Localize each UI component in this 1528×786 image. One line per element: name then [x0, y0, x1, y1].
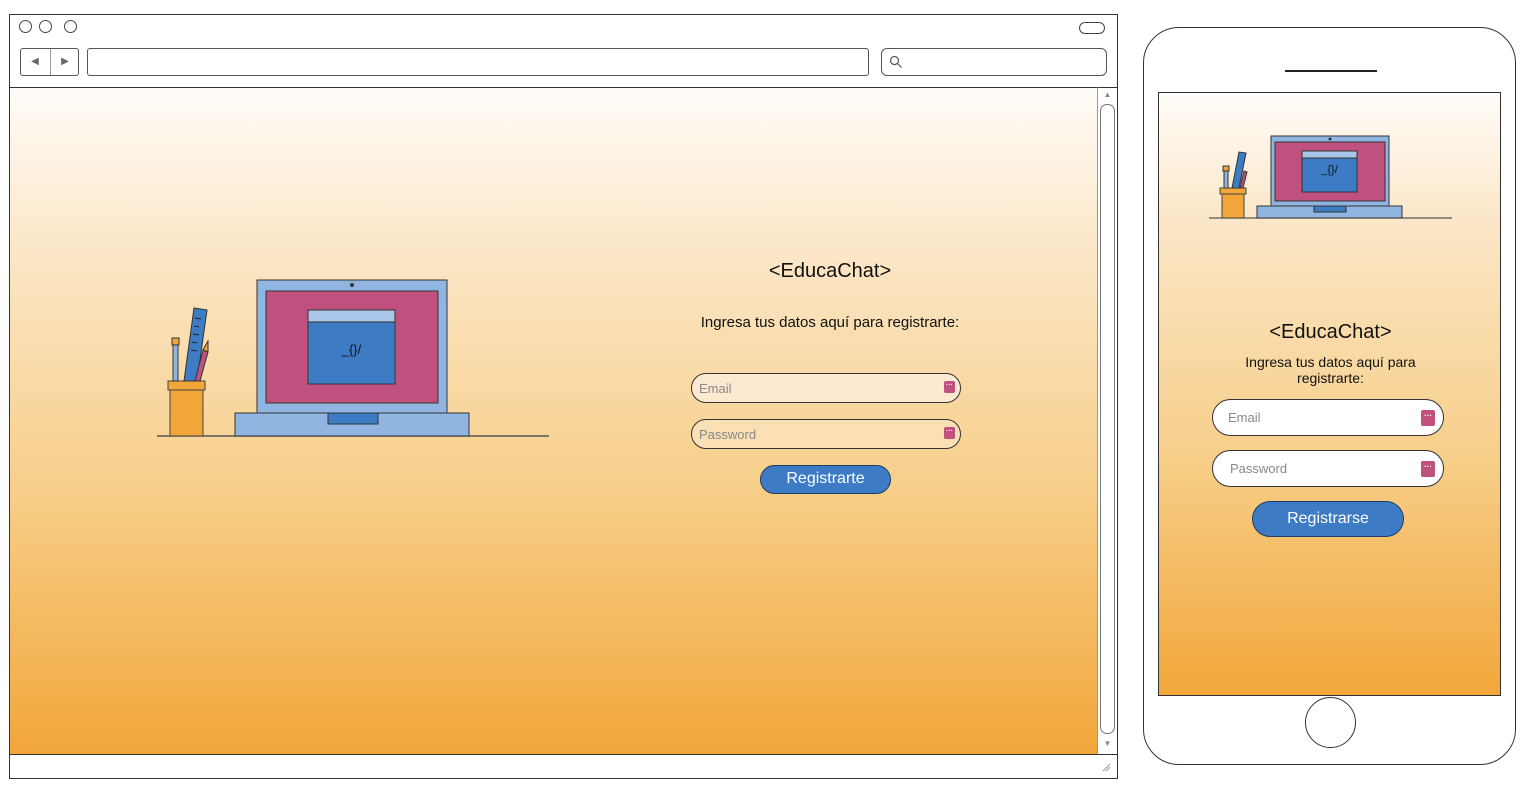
search-icon: [889, 55, 902, 68]
email-field[interactable]: ···: [1212, 399, 1444, 436]
nav-buttons: ◀ ▶: [20, 48, 79, 76]
window-maximize-button[interactable]: [64, 20, 77, 33]
email-input[interactable]: [699, 374, 914, 402]
window-close-button[interactable]: [19, 20, 32, 33]
scroll-up-icon[interactable]: ▲: [1098, 90, 1117, 99]
forward-arrow-icon[interactable]: ▶: [51, 53, 79, 71]
page-subtitle: Ingresa tus datos aquí para registrarte:: [700, 314, 960, 331]
window-pill-control[interactable]: [1079, 22, 1105, 34]
page-title: <EducaChat>: [768, 260, 892, 282]
page-title: <EducaChat>: [1269, 321, 1392, 343]
address-bar[interactable]: [87, 48, 869, 76]
scrollbar-thumb[interactable]: [1100, 104, 1115, 734]
laptop-desk-illustration: [157, 279, 549, 437]
phone-speaker: [1285, 70, 1377, 72]
register-button[interactable]: Registrarte: [760, 465, 891, 494]
password-key-icon[interactable]: ···: [1421, 461, 1435, 477]
password-field[interactable]: ···: [691, 419, 961, 449]
password-field[interactable]: ···: [1212, 450, 1444, 487]
browser-window: ◀ ▶ _{}/ <EducaChat> Ingresa tus datos a…: [9, 14, 1118, 779]
back-arrow-icon[interactable]: ◀: [21, 53, 49, 71]
status-bar: [10, 754, 1117, 778]
browser-search-input[interactable]: [881, 48, 1107, 76]
resize-grip-icon[interactable]: [1102, 763, 1111, 772]
password-input[interactable]: [699, 420, 914, 448]
page-viewport: _{}/ <EducaChat> Ingresa tus datos aquí …: [10, 87, 1097, 754]
register-button[interactable]: Registrarse: [1252, 501, 1404, 537]
phone-screen: _{}/ <EducaChat> Ingresa tus datos aquí …: [1158, 92, 1501, 696]
password-key-icon[interactable]: ···: [944, 381, 955, 393]
page-subtitle: Ingresa tus datos aquí para registrarte:: [1245, 354, 1416, 386]
password-key-icon[interactable]: ···: [1421, 410, 1435, 426]
email-input[interactable]: [1228, 400, 1412, 435]
laptop-screen-code: _{}/: [1321, 164, 1338, 176]
window-minimize-button[interactable]: [39, 20, 52, 33]
scroll-down-icon[interactable]: ▼: [1098, 739, 1117, 748]
laptop-desk-illustration: [1209, 135, 1452, 219]
password-key-icon[interactable]: ···: [944, 427, 955, 439]
vertical-scrollbar[interactable]: ▲ ▼: [1097, 87, 1117, 754]
home-button[interactable]: [1305, 697, 1356, 748]
laptop-screen-code: _{}/: [341, 342, 362, 357]
phone-frame: _{}/ <EducaChat> Ingresa tus datos aquí …: [1143, 27, 1516, 765]
password-input[interactable]: [1230, 451, 1414, 486]
email-field[interactable]: ···: [691, 373, 961, 403]
